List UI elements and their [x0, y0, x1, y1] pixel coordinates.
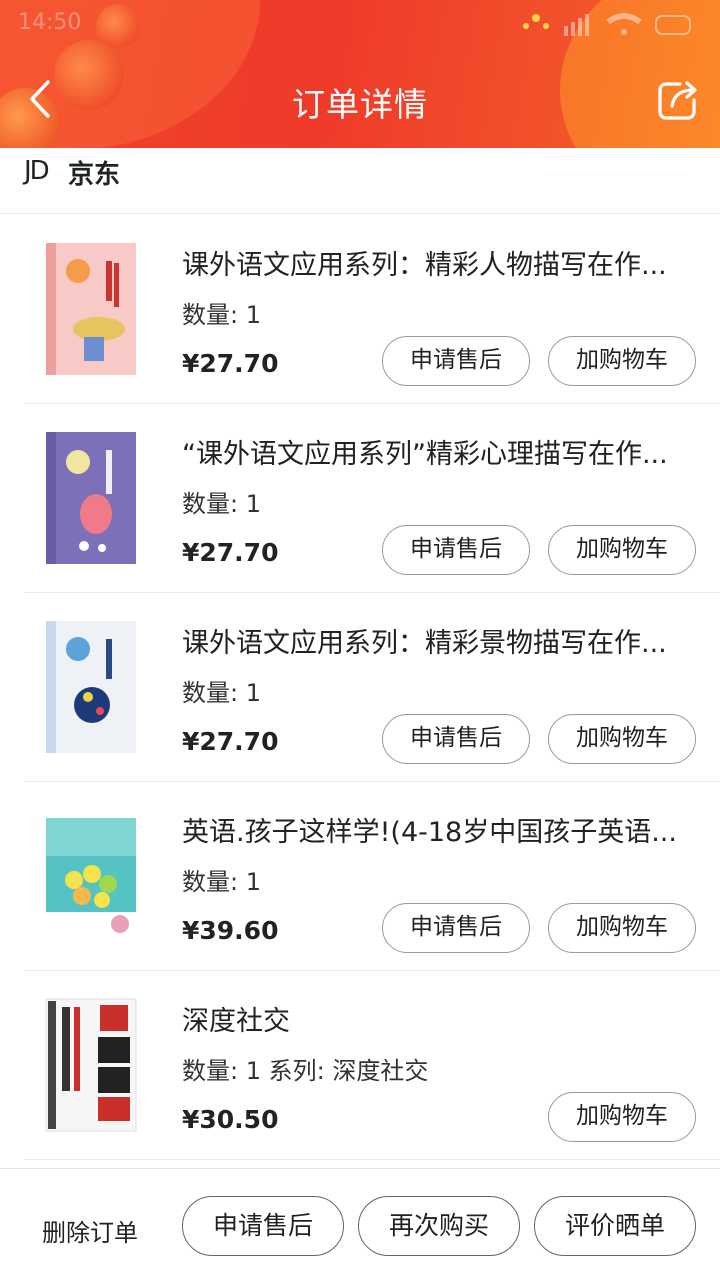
book-cover-image — [46, 243, 136, 375]
product-title[interactable]: 课外语文应用系列：精彩景物描写在作... — [182, 621, 682, 660]
product-title[interactable]: 课外语文应用系列：精彩人物描写在作... — [182, 243, 682, 282]
product-price: ¥30.50 — [182, 1105, 279, 1134]
book-cover-image — [46, 432, 136, 564]
order-item[interactable]: “课外语文应用系列”精彩心理描写在作... 数量: 1 ¥27.70 申请售后 … — [0, 404, 720, 593]
product-price: ¥27.70 — [182, 727, 279, 756]
status-time: 14:50 — [18, 10, 82, 35]
apply-after-sales-button[interactable]: 申请售后 — [182, 1196, 344, 1256]
divider — [24, 1159, 720, 1160]
store-row[interactable]: JD 京东 — [0, 148, 720, 214]
book-cover-image — [46, 818, 136, 938]
add-to-cart-button[interactable]: 加购物车 — [548, 1092, 696, 1142]
add-to-cart-button[interactable]: 加购物车 — [548, 525, 696, 575]
product-price: ¥39.60 — [182, 916, 279, 945]
add-to-cart-button[interactable]: 加购物车 — [548, 903, 696, 953]
product-quantity: 数量: 1 — [182, 301, 261, 329]
product-price: ¥27.70 — [182, 538, 279, 567]
product-quantity: 数量: 1 系列: 深度社交 — [182, 1057, 429, 1085]
page-title: 订单详情 — [292, 85, 428, 124]
buy-again-button[interactable]: 再次购买 — [358, 1196, 520, 1256]
order-item[interactable]: 课外语文应用系列：精彩景物描写在作... 数量: 1 ¥27.70 申请售后 加… — [0, 593, 720, 782]
order-item[interactable]: 深度社交 数量: 1 系列: 深度社交 ¥30.50 加购物车 — [0, 971, 720, 1160]
status-icons — [523, 13, 691, 36]
add-to-cart-button[interactable]: 加购物车 — [548, 336, 696, 386]
delete-order-button[interactable]: 删除订单 — [42, 1213, 138, 1248]
book-cover-image — [46, 621, 136, 753]
share-icon[interactable] — [656, 78, 700, 122]
product-title[interactable]: “课外语文应用系列”精彩心理描写在作... — [182, 432, 682, 471]
book-cover-image — [45, 998, 137, 1132]
review-button[interactable]: 评价晒单 — [534, 1196, 696, 1256]
apply-after-sales-button[interactable]: 申请售后 — [382, 336, 530, 386]
product-title[interactable]: 英语.孩子这样学!(4-18岁中国孩子英语... — [182, 810, 682, 849]
apply-after-sales-button[interactable]: 申请售后 — [382, 525, 530, 575]
product-quantity: 数量: 1 — [182, 679, 261, 707]
app-header: 14:50 订单详情 — [0, 0, 720, 148]
lantern-decoration — [96, 4, 140, 48]
product-price: ¥27.70 — [182, 349, 279, 378]
apply-after-sales-button[interactable]: 申请售后 — [382, 903, 530, 953]
product-quantity: 数量: 1 — [182, 490, 261, 518]
product-quantity: 数量: 1 — [182, 868, 261, 896]
apply-after-sales-button[interactable]: 申请售后 — [382, 714, 530, 764]
bottom-action-bar: 删除订单 申请售后 再次购买 评价晒单 — [0, 1168, 720, 1280]
order-item[interactable]: 英语.孩子这样学!(4-18岁中国孩子英语... 数量: 1 ¥39.60 申请… — [0, 782, 720, 971]
order-item[interactable]: 课外语文应用系列：精彩人物描写在作... 数量: 1 ¥27.70 申请售后 加… — [0, 215, 720, 404]
add-to-cart-button[interactable]: 加购物车 — [548, 714, 696, 764]
product-title[interactable]: 深度社交 — [182, 999, 682, 1038]
jd-logo-icon: JD — [24, 156, 50, 186]
store-name: 京东 — [68, 160, 121, 190]
